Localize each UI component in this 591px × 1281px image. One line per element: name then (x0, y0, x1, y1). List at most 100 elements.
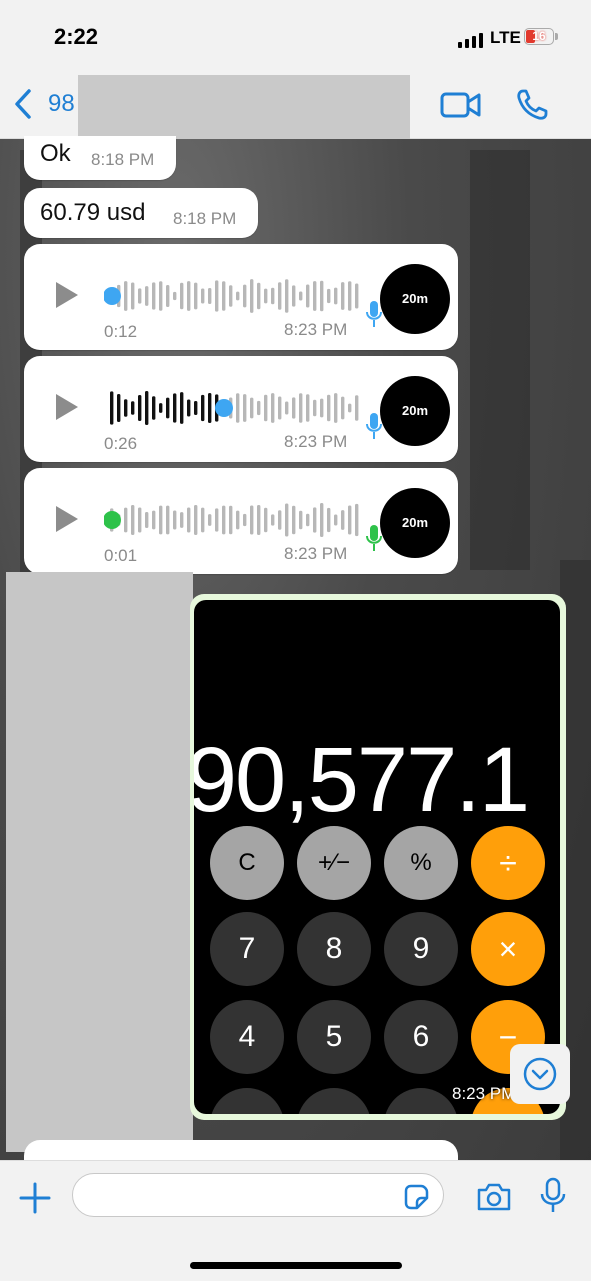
waveform-bar (138, 507, 142, 533)
message-bubble[interactable]: Ok 8:18 PM (24, 136, 176, 180)
signal-icon (458, 33, 483, 48)
waveform[interactable] (104, 276, 374, 316)
calculator-screenshot[interactable]: 90,577.1 C +∕− % ÷ 7 8 9 × 4 5 6 − (194, 600, 560, 1114)
waveform-bar (278, 510, 282, 530)
play-icon[interactable] (56, 394, 78, 420)
status-time: 2:22 (54, 24, 99, 49)
play-icon[interactable] (56, 506, 78, 532)
waveform-bar (152, 396, 156, 420)
waveform-bar (264, 394, 268, 422)
waveform-bar (334, 287, 338, 305)
avatar: 20m (380, 264, 450, 334)
waveform-bar (264, 507, 268, 533)
scroll-to-bottom-button[interactable] (510, 1044, 570, 1104)
message-input[interactable] (72, 1173, 444, 1217)
waveform-bar (243, 513, 247, 527)
calculator-display: 90,577.1 (194, 729, 530, 831)
plus-icon[interactable] (18, 1181, 52, 1215)
waveform-bar (341, 396, 345, 420)
waveform-bar (131, 505, 135, 535)
sign-key: +∕− (297, 826, 371, 900)
message-bubble[interactable]: 60.79 usd 8:18 PM (24, 188, 258, 238)
waveform-bar (313, 281, 317, 311)
waveform-bar (145, 286, 149, 306)
waveform-bar (313, 507, 317, 533)
waveform-bar (152, 510, 156, 530)
waveform-bar (306, 513, 310, 527)
message-time: 8:23 PM (284, 544, 348, 563)
waveform-bar (187, 281, 191, 311)
back-chevron-icon[interactable] (12, 88, 34, 120)
waveform-bar (299, 393, 303, 423)
waveform-bar (124, 281, 128, 311)
four-key: 4 (210, 1000, 284, 1074)
waveform-bar (145, 391, 149, 425)
play-icon[interactable] (56, 282, 78, 308)
waveform-bar (271, 514, 275, 526)
voice-duration: 0:12 (104, 322, 138, 341)
multiply-key: × (471, 912, 545, 986)
redacted-area (6, 572, 193, 1152)
image-message[interactable]: 90,577.1 C +∕− % ÷ 7 8 9 × 4 5 6 − 8:23 … (190, 594, 566, 1120)
waveform-bar (208, 514, 212, 526)
waveform-bar (320, 503, 324, 537)
waveform-bar (299, 291, 303, 301)
playback-position-dot (104, 511, 121, 529)
battery-level: 16 (532, 29, 546, 43)
home-indicator (190, 1262, 402, 1269)
six-key: 6 (384, 1000, 458, 1074)
waveform-bar (236, 510, 240, 530)
five-key: 5 (297, 1000, 371, 1074)
phone-icon[interactable] (515, 88, 549, 122)
waveform-bar (236, 393, 240, 423)
waveform-bar (166, 285, 170, 307)
waveform-bar (124, 399, 128, 417)
partial-key (384, 1088, 458, 1114)
waveform-bar (236, 291, 240, 301)
waveform[interactable] (104, 500, 374, 540)
waveform-bar (215, 508, 219, 532)
camera-icon[interactable] (476, 1181, 512, 1213)
waveform-bar (180, 512, 184, 528)
battery-icon: 16 (524, 28, 554, 45)
percent-key: % (384, 826, 458, 900)
waveform-bar (285, 401, 289, 415)
waveform-bar (320, 398, 324, 418)
waveform-bar (117, 393, 121, 423)
waveform-bar (180, 282, 184, 310)
status-bar: 2:22 LTE 16 (0, 0, 591, 70)
contact-name[interactable]: 98 (48, 90, 75, 118)
waveform-bar (292, 285, 296, 307)
waveform-bar (278, 282, 282, 310)
divide-key: ÷ (471, 826, 545, 900)
waveform-bar (334, 514, 338, 526)
waveform-bar (229, 505, 233, 535)
sticker-icon[interactable] (402, 1183, 430, 1211)
waveform-bar (355, 283, 359, 309)
waveform-bar (355, 395, 359, 421)
avatar-label: 20m (401, 291, 429, 306)
waveform-bar (250, 505, 254, 535)
waveform-bar (306, 284, 310, 308)
waveform-bar (138, 288, 142, 304)
waveform-bar (215, 280, 219, 312)
microphone-icon (366, 301, 382, 327)
playback-position-dot (215, 399, 233, 417)
seven-key: 7 (210, 912, 284, 986)
microphone-icon[interactable] (540, 1177, 566, 1215)
microphone-icon (366, 413, 382, 439)
voice-message[interactable]: 0:26 8:23 PM 20m (24, 356, 458, 462)
waveform-bar (145, 511, 149, 529)
waveform-bar (264, 288, 268, 304)
video-camera-icon[interactable] (440, 90, 482, 120)
voice-message[interactable]: 0:01 8:23 PM 20m (24, 468, 458, 574)
waveform-bar (257, 505, 261, 535)
waveform[interactable] (104, 388, 374, 428)
waveform-bar (243, 284, 247, 308)
waveform-bar (208, 393, 212, 423)
voice-message[interactable]: 0:12 8:23 PM 20m (24, 244, 458, 350)
message-time: 8:23 PM (452, 1084, 516, 1103)
waveform-bar (278, 396, 282, 420)
waveform-bar (159, 505, 163, 535)
waveform-bar (222, 505, 226, 535)
